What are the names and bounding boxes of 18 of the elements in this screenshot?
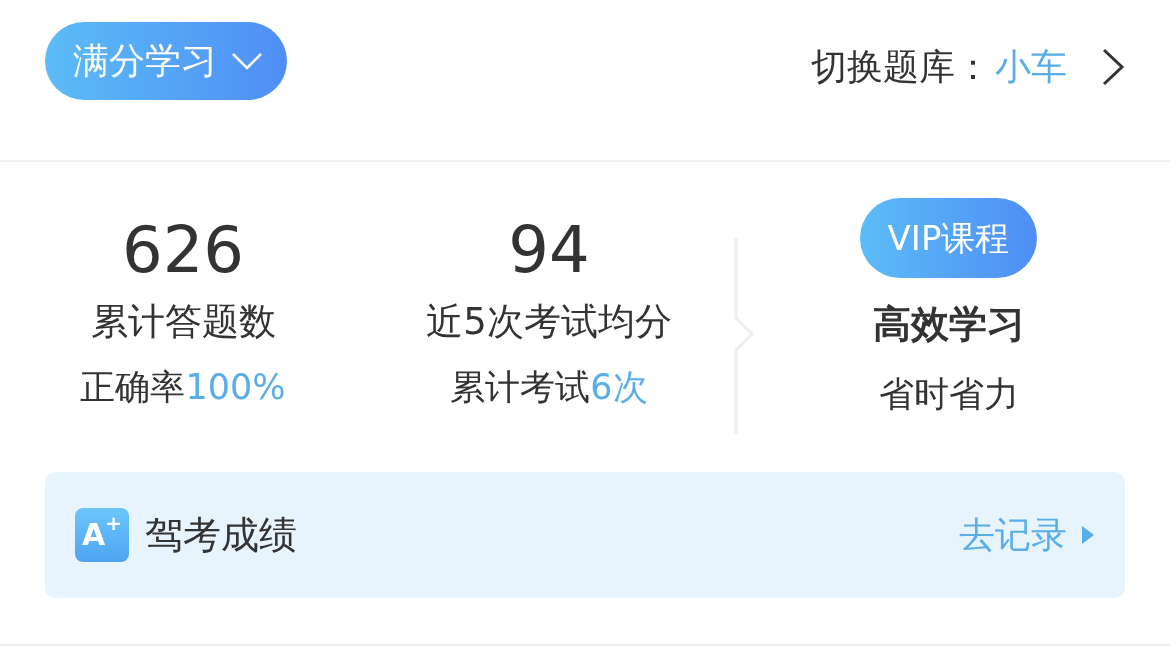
triangle-right-icon (1081, 525, 1095, 545)
stat-value: 626 (120, 218, 246, 282)
stat-label: 累计答题数 (89, 300, 277, 345)
grade-icon: A$^{+}$ (75, 508, 129, 562)
chevron-right-icon[interactable] (1101, 47, 1125, 87)
stat-detail: 正确率100% (79, 366, 287, 409)
stat-label: 近5次考试均分 (425, 300, 673, 345)
record-title: 驾考成绩 (145, 511, 297, 559)
caret-down-icon (231, 52, 263, 70)
promo-title: 高效学习 (871, 301, 1026, 348)
switch-label: 切换题库： (811, 45, 991, 89)
stat-detail: 累计考试6次 (449, 366, 649, 409)
record-link[interactable]: 去记录 (959, 508, 1095, 562)
mode-dropdown-button[interactable]: 满分学习 (45, 22, 287, 100)
switch-value[interactable]: 小车 (995, 40, 1067, 94)
promo-subtitle: 省时省力 (877, 373, 1020, 415)
stat-value: 94 (507, 218, 591, 282)
vip-course-button[interactable]: VIP课程 (859, 198, 1038, 278)
